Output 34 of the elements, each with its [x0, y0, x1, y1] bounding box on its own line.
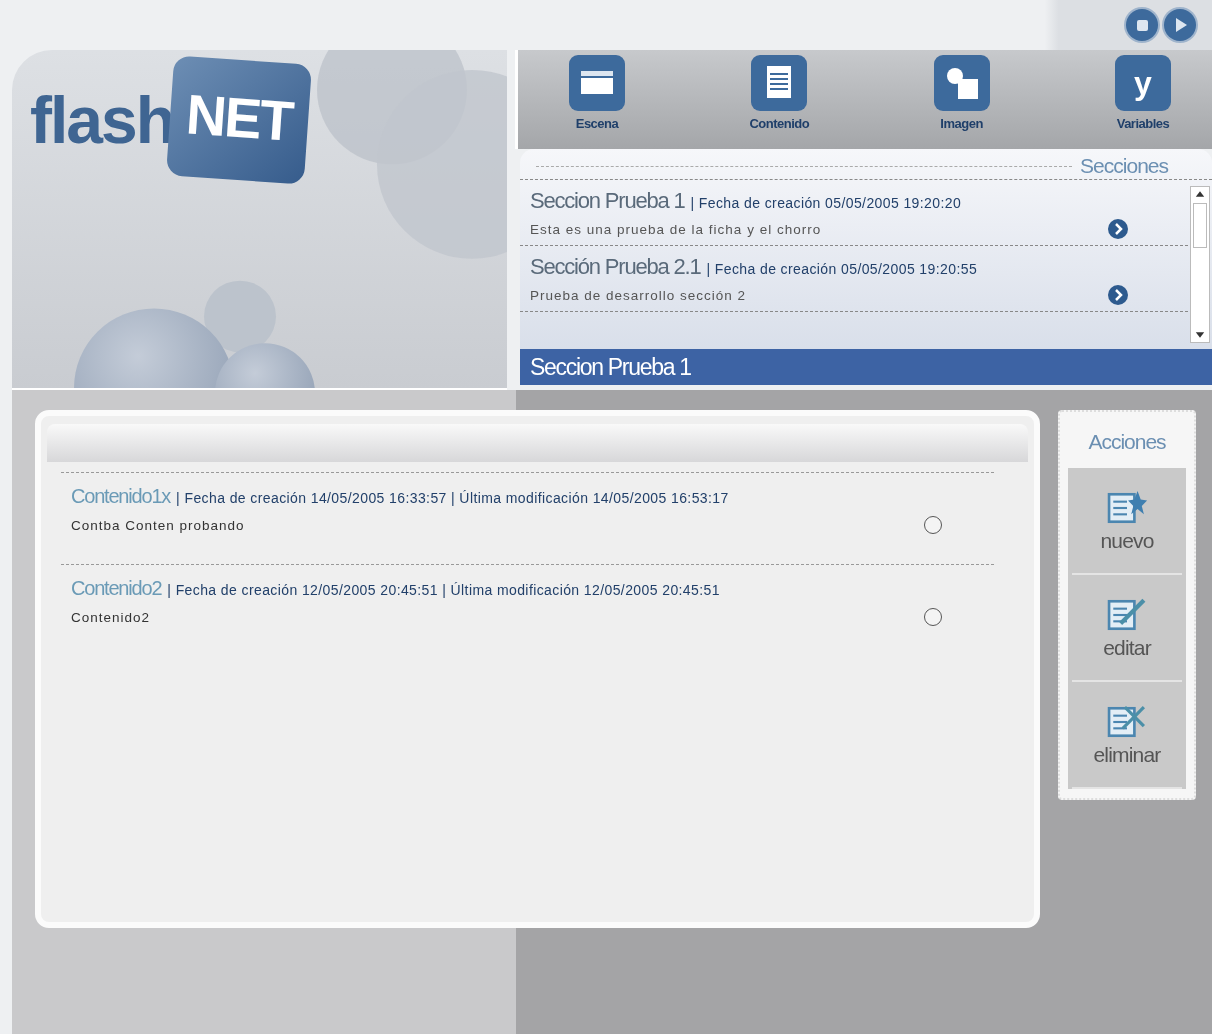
action-button[interactable]: editar: [1072, 575, 1182, 682]
current-section-bar: Seccion Prueba 1: [520, 349, 1212, 385]
content-name: Contenido1x: [71, 485, 171, 508]
content-dates: | Fecha de creación 14/05/2005 16:33:57 | Última modificación 14/05/2005 16:53:17: [176, 490, 729, 506]
chevron-right-button[interactable]: [1108, 285, 1128, 305]
toolbar-button[interactable]: Escena: [568, 54, 626, 149]
panel-title: Secciones: [1080, 154, 1168, 178]
play-button[interactable]: [1164, 9, 1196, 41]
toolbar-button[interactable]: Imagen: [932, 54, 991, 149]
toolbar-button[interactable]: y Variables: [1114, 54, 1172, 149]
chevron-right-button[interactable]: [1108, 219, 1128, 239]
content-description: Contenido2: [71, 609, 151, 625]
section-description: Prueba de desarrollo sección 2: [530, 287, 747, 303]
clapperboard-icon: [568, 54, 626, 112]
radio-button[interactable]: [924, 608, 942, 626]
shapes-icon: [932, 54, 991, 112]
action-button[interactable]: eliminar: [1072, 682, 1182, 789]
content-name: Contenido2: [71, 577, 162, 600]
toolbar-button[interactable]: Contenido: [749, 54, 810, 149]
variable-icon: y: [1114, 54, 1172, 112]
section-date: | Fecha de creación 05/05/2005 19:20:55: [706, 261, 978, 277]
section-name: Sección Prueba 2.1: [530, 254, 701, 280]
content-dates: | Fecha de creación 12/05/2005 20:45:51 | Última modificación 12/05/2005 20:45:51: [167, 582, 720, 598]
content-description: Contba Conten probando: [71, 517, 245, 533]
radio-button[interactable]: [924, 516, 942, 534]
scroll-thumb[interactable]: [1193, 203, 1207, 248]
scrollbar[interactable]: [1190, 186, 1210, 343]
action-button[interactable]: nuevo: [1072, 468, 1182, 575]
panel-title: Acciones: [1087, 430, 1167, 454]
section-description: Esta es una prueba de la ficha y el chorro: [530, 221, 822, 237]
stop-button[interactable]: [1126, 9, 1158, 41]
section-date: | Fecha de creación 05/05/2005 19:20:20: [690, 195, 962, 211]
section-name: Seccion Prueba 1: [530, 188, 685, 214]
document-icon: [750, 54, 809, 112]
